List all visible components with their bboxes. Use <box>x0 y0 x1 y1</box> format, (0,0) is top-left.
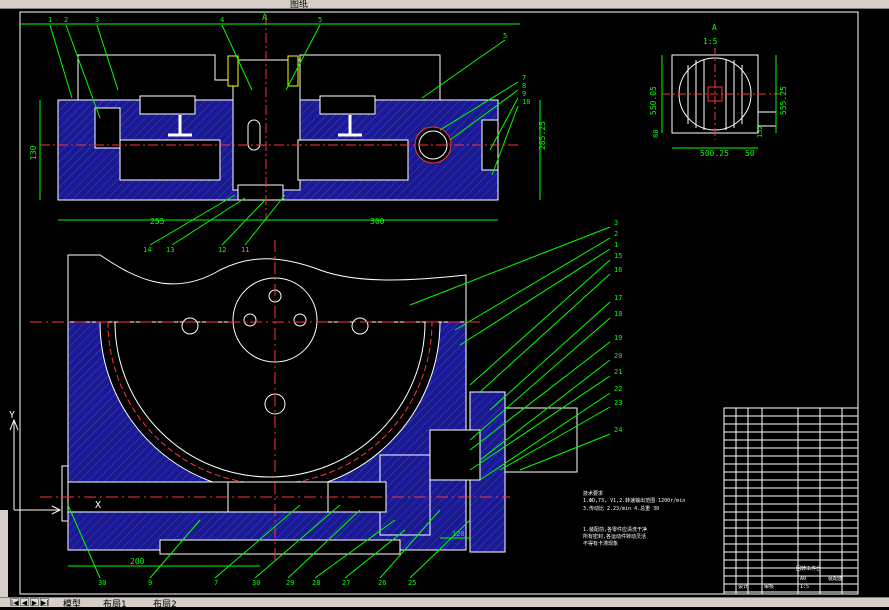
svg-text:29: 29 <box>286 579 294 587</box>
nav-prev-icon[interactable]: ◀ <box>20 598 29 607</box>
dim-255: 255 <box>150 217 165 226</box>
svg-text:4: 4 <box>220 16 224 24</box>
svg-text:5: 5 <box>503 32 507 40</box>
svg-text:23: 23 <box>614 399 622 407</box>
svg-text:9: 9 <box>522 90 526 98</box>
svg-text:审核: 审核 <box>764 583 774 590</box>
svg-text:16: 16 <box>614 266 622 274</box>
svg-text:7: 7 <box>522 74 526 82</box>
dim-50: 50 <box>745 149 755 158</box>
svg-text:2: 2 <box>614 230 618 238</box>
tab-layout2[interactable]: 布局2 <box>150 597 180 610</box>
dim-500: 500.25 <box>700 149 729 158</box>
svg-text:1.ФD,73, V1,2.转速输出范围 1200r/min: 1.ФD,73, V1,2.转速输出范围 1200r/min <box>583 497 685 504</box>
dim-555: 555.25 <box>779 86 788 115</box>
svg-text:A0: A0 <box>800 576 806 582</box>
ucs-icon <box>9 418 62 515</box>
axis-x-label: X <box>95 500 101 511</box>
svg-text:8: 8 <box>522 82 526 90</box>
svg-text:17: 17 <box>614 294 622 302</box>
svg-text:18: 18 <box>614 310 622 318</box>
svg-text:5: 5 <box>318 16 322 24</box>
left-palette[interactable] <box>0 510 8 598</box>
svg-text:14: 14 <box>143 246 151 254</box>
dim-80: 80 <box>652 130 660 138</box>
svg-text:28: 28 <box>312 579 320 587</box>
dim-550: 550.05 <box>649 86 658 115</box>
dim-300: 300 <box>370 217 385 226</box>
svg-text:30: 30 <box>98 579 106 587</box>
svg-text:1.装配前,各零件应清洗干净: 1.装配前,各零件应清洗干净 <box>583 526 647 533</box>
title-block <box>723 407 859 595</box>
svg-text:19: 19 <box>614 334 622 342</box>
svg-text:21: 21 <box>614 368 622 376</box>
svg-text:12: 12 <box>218 246 226 254</box>
bottom-callouts: 30 9 7 30 29 28 27 26 25 <box>98 579 416 587</box>
view-label: A <box>712 23 717 32</box>
svg-text:3: 3 <box>614 219 618 227</box>
view-scale: 1:5 <box>703 37 718 46</box>
svg-text:20: 20 <box>614 352 622 360</box>
svg-text:24: 24 <box>614 426 622 434</box>
dim-130: 130 <box>29 145 38 160</box>
left-callouts: 14 13 12 11 <box>143 246 249 254</box>
svg-text:30: 30 <box>252 579 260 587</box>
svg-text:1: 1 <box>614 241 618 249</box>
svg-text:所有密封,各运动件转动灵活: 所有密封,各运动件转动灵活 <box>583 533 646 540</box>
svg-text:10: 10 <box>522 98 530 106</box>
nav-next-icon[interactable]: ▶ <box>30 598 39 607</box>
axis-y-label: Y <box>9 410 15 421</box>
top-section-view <box>40 15 520 220</box>
svg-text:3.传动比 2.23/min 4.总重 30: 3.传动比 2.23/min 4.总重 30 <box>583 505 659 512</box>
dim-152: 152 <box>756 125 764 138</box>
svg-text:7: 7 <box>214 579 218 587</box>
svg-text:22: 22 <box>614 385 622 393</box>
svg-text:2: 2 <box>64 16 68 24</box>
svg-text:13: 13 <box>166 246 174 254</box>
nav-last-icon[interactable]: ▶I <box>40 598 49 607</box>
dim-285: 285.25 <box>538 121 547 150</box>
svg-text:装配图: 装配图 <box>828 575 843 582</box>
technical-notes: 技术要求 1.ФD,73, V1,2.转速输出范围 1200r/min 3.传动… <box>583 490 685 547</box>
svg-text:25: 25 <box>408 579 416 587</box>
dim-200: 200 <box>130 557 145 566</box>
cad-canvas[interactable]: 130 255 300 285.25 A 1 2 3 4 5 5 7 8 9 1… <box>0 8 889 598</box>
main-front-view <box>30 240 578 560</box>
svg-text:26: 26 <box>378 579 386 587</box>
svg-text:不得有卡滞现象: 不得有卡滞现象 <box>583 540 618 547</box>
tab-layout1[interactable]: 布局1 <box>100 597 130 610</box>
svg-text:27: 27 <box>342 579 350 587</box>
svg-text:设计: 设计 <box>738 583 748 590</box>
nav-first-icon[interactable]: I◀ <box>10 598 19 607</box>
tab-model[interactable]: 模型 <box>60 597 84 610</box>
svg-text:15: 15 <box>614 252 622 260</box>
svg-text:11: 11 <box>241 246 249 254</box>
svg-text:3: 3 <box>95 16 99 24</box>
section-label-a: A <box>262 13 268 23</box>
svg-text:技术要求: 技术要求 <box>583 490 603 497</box>
svg-text:回转工作台: 回转工作台 <box>796 565 821 572</box>
svg-text:1:5: 1:5 <box>800 584 809 590</box>
svg-text:9: 9 <box>148 579 152 587</box>
side-callouts: 3 2 1 15 16 17 18 19 20 21 22 23 24 <box>614 219 622 434</box>
svg-text:1: 1 <box>48 16 52 24</box>
